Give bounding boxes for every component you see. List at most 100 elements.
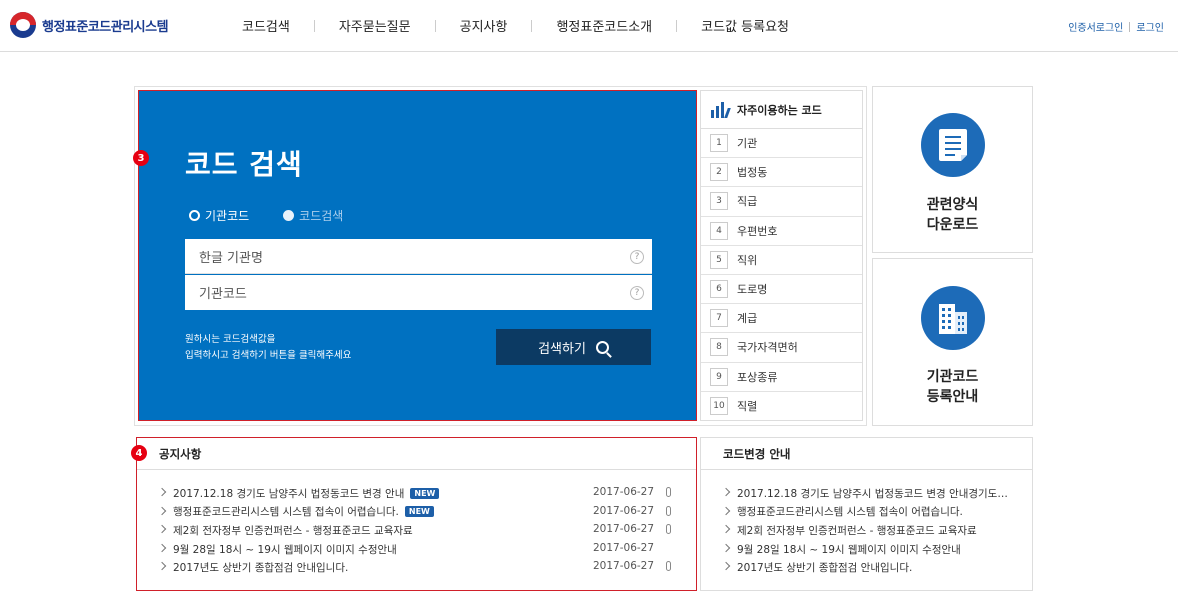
radio-checked-icon (189, 210, 200, 221)
item-number: 1 (710, 134, 728, 153)
item-number: 8 (710, 338, 728, 357)
search-button-label: 검색하기 (538, 341, 586, 357)
frequent-code-item[interactable]: 7 계급 (701, 304, 862, 334)
frequent-code-item[interactable]: 9 포상종류 (701, 363, 862, 392)
frequent-code-item[interactable]: 3 직급 (701, 187, 862, 217)
item-label: 직급 (737, 195, 758, 209)
bar-chart-icon (711, 101, 731, 118)
frequent-code-item[interactable]: 2 법정동 (701, 158, 862, 188)
main-nav: 코드검색 자주묻는질문 공지사항 행정표준코드소개 코드값 등록요청 (218, 16, 813, 35)
chevron-right-icon (157, 506, 167, 515)
search-button[interactable]: 검색하기 (496, 329, 651, 365)
frequent-code-item[interactable]: 6 도로명 (701, 275, 862, 305)
search-icon (595, 340, 609, 354)
nav-notice[interactable]: 공지사항 (436, 16, 532, 35)
notice-item[interactable]: 2017년도 상반기 종합점검 안내입니다. 2017-06-27 (137, 558, 696, 577)
frequent-codes-header: 자주이용하는 코드 (701, 91, 862, 129)
notice-title[interactable]: 공지사항 (137, 438, 696, 470)
frequent-code-item[interactable]: 10 직렬 (701, 392, 862, 421)
code-change-title[interactable]: 코드변경 안내 (701, 438, 1032, 470)
code-change-item[interactable]: 9월 28일 18시 ~ 19시 웹페이지 이미지 수정안내 (701, 540, 1032, 559)
chevron-right-icon (721, 543, 731, 553)
notice-item-title: 2017년도 상반기 종합점검 안내입니다. (173, 562, 349, 575)
notice-list: 2017.12.18 경기도 남양주시 법정동코드 변경 안내 NEW 2017… (137, 470, 696, 577)
attachment-icon[interactable] (666, 561, 671, 572)
attachment-icon[interactable] (666, 524, 671, 535)
cert-login-link[interactable]: 인증서로그인 (1068, 19, 1123, 34)
notice-item-date: 2017-06-27 (593, 523, 655, 536)
notice-item[interactable]: 행정표준코드관리시스템 시스템 접속이 어렵습니다. NEW 2017-06-2… (137, 503, 696, 522)
agency-code-placeholder: 기관코드 (199, 287, 247, 302)
chevron-right-icon (157, 543, 167, 553)
notice-item[interactable]: 제2회 전자정부 인증컨퍼런스 - 행정표준코드 교육자료 2017-06-27 (137, 521, 696, 540)
radio-agency-code-label: 기관코드 (205, 209, 250, 223)
radio-code-search[interactable]: 코드검색 (283, 207, 343, 224)
logo-title: 행정표준코드관리시스템 (42, 19, 169, 35)
item-number: 4 (710, 221, 728, 240)
code-search-panel: 코드 검색 기관코드 코드검색 한글 기관명 ? 기관코드 ? 원하시는 코드검… (138, 90, 697, 421)
frequent-codes-panel: 자주이용하는 코드 1 기관 2 법정동 3 직급 4 우편번호 5 직위 6 도로명 7계… (700, 90, 863, 421)
frequent-codes-title: 자주이용하는 코드 (737, 103, 822, 117)
item-number: 7 (710, 309, 728, 328)
agency-name-placeholder: 한글 기관명 (199, 250, 263, 266)
search-hint: 원하시는 코드검색값을 입력하시고 검색하기 버튼을 클릭해주세요 (185, 332, 351, 364)
help-icon[interactable]: ? (630, 286, 644, 300)
card-label-line: 등록안내 (926, 389, 979, 405)
notice-item-title: 9월 28일 18시 ~ 19시 웹페이지 이미지 수정안내 (173, 543, 397, 556)
chevron-right-icon (157, 487, 167, 497)
help-icon[interactable]: ? (630, 250, 644, 264)
agency-name-input[interactable]: 한글 기관명 ? (185, 239, 652, 274)
item-number: 5 (710, 250, 728, 269)
annotation-marker: 4 (131, 445, 147, 461)
new-badge: NEW (404, 506, 434, 518)
notice-item-date: 2017-06-27 (593, 504, 655, 517)
chevron-right-icon (721, 506, 731, 515)
notice-item-date: 2017-06-27 (593, 560, 655, 573)
search-type-radios: 기관코드 코드검색 (189, 207, 343, 224)
notice-item-date: 2017-06-27 (593, 541, 655, 554)
new-badge: NEW (410, 487, 440, 499)
code-change-item-title: 2017.12.18 경기도 남양주시 법정동코드 변경 안내경기도… (737, 487, 1008, 500)
frequent-code-item[interactable]: 1 기관 (701, 129, 862, 159)
code-change-item-title: 제2회 전자정부 인증컨퍼런스 - 행정표준코드 교육자료 (737, 524, 977, 537)
notice-item[interactable]: 2017.12.18 경기도 남양주시 법정동코드 변경 안내 NEW 2017… (137, 484, 696, 503)
search-hint-line1: 원하시는 코드검색값을 (185, 334, 276, 345)
frequent-code-item[interactable]: 4 우편번호 (701, 217, 862, 246)
chevron-right-icon (157, 524, 167, 534)
code-change-item[interactable]: 행정표준코드관리시스템 시스템 접속이 어렵습니다. (701, 503, 1032, 522)
nav-intro[interactable]: 행정표준코드소개 (532, 16, 676, 35)
agency-code-input[interactable]: 기관코드 ? (185, 275, 652, 310)
frequent-code-item[interactable]: 5 직위 (701, 246, 862, 275)
nav-code-search[interactable]: 코드검색 (218, 16, 314, 35)
radio-code-search-label: 코드검색 (299, 209, 344, 223)
item-label: 국가자격면허 (737, 341, 798, 355)
notice-item[interactable]: 9월 28일 18시 ~ 19시 웹페이지 이미지 수정안내 2017-06-2… (137, 540, 696, 559)
login-link[interactable]: 로그인 (1136, 19, 1164, 34)
agency-code-register-card[interactable]: 기관코드 등록안내 (872, 258, 1033, 426)
building-icon (921, 286, 985, 350)
chevron-right-icon (721, 524, 731, 534)
notice-item-title: 2017.12.18 경기도 남양주시 법정동코드 변경 안내 (173, 487, 405, 500)
item-label: 포상종류 (737, 370, 778, 384)
radio-unchecked-icon (283, 210, 295, 221)
notice-item-title: 제2회 전자정부 인증컨퍼런스 - 행정표준코드 교육자료 (173, 524, 413, 537)
taegeuk-logo-icon (10, 12, 36, 38)
code-change-panel: 코드변경 안내 2017.12.18 경기도 남양주시 법정동코드 변경 안내경… (700, 437, 1033, 591)
card-label-line: 다운로드 (926, 217, 979, 233)
item-number: 9 (710, 367, 728, 386)
code-change-item[interactable]: 2017년도 상반기 종합점검 안내입니다. (701, 558, 1032, 577)
header: 행정표준코드관리시스템 코드검색 자주묻는질문 공지사항 행정표준코드소개 코드… (0, 0, 1178, 52)
code-change-item[interactable]: 제2회 전자정부 인증컨퍼런스 - 행정표준코드 교육자료 (701, 521, 1032, 540)
attachment-icon[interactable] (666, 505, 671, 516)
card-label-line: 관련양식 (926, 197, 979, 213)
radio-agency-code[interactable]: 기관코드 (189, 207, 249, 224)
frequent-code-item[interactable]: 8 국가자격면허 (701, 333, 862, 363)
item-label: 직렬 (737, 400, 758, 414)
forms-download-card[interactable]: 관련양식 다운로드 (872, 86, 1033, 253)
card-label-line: 기관코드 (926, 369, 979, 385)
nav-faq[interactable]: 자주묻는질문 (315, 16, 435, 35)
code-change-item[interactable]: 2017.12.18 경기도 남양주시 법정동코드 변경 안내경기도… (701, 484, 1032, 503)
nav-register-request[interactable]: 코드값 등록요청 (677, 16, 813, 35)
logo[interactable]: 행정표준코드관리시스템 (10, 12, 169, 38)
attachment-icon[interactable] (666, 487, 671, 497)
